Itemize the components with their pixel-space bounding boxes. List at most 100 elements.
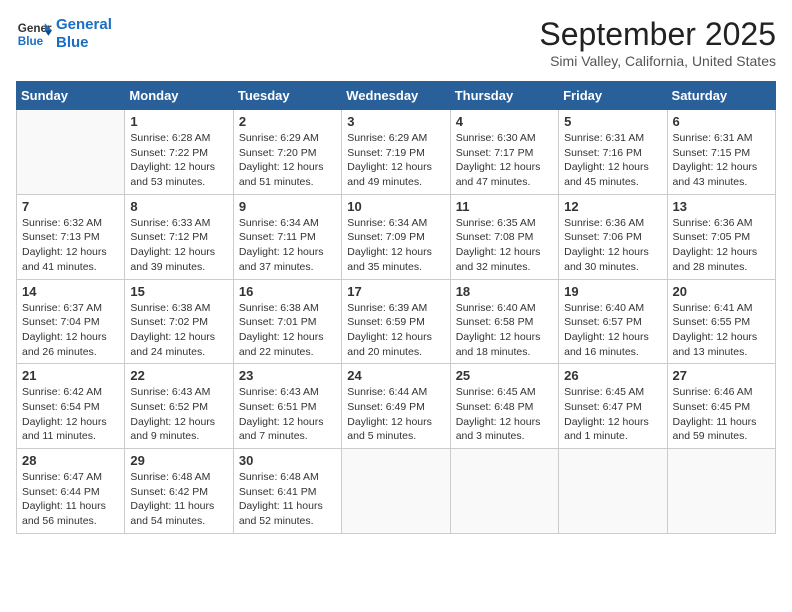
calendar-cell: 29 Sunrise: 6:48 AM Sunset: 6:42 PM Dayli… [125, 449, 233, 534]
day-number: 26 [564, 368, 661, 383]
day-info: Sunrise: 6:41 AM Sunset: 6:55 PM Dayligh… [673, 301, 770, 360]
day-number: 18 [456, 284, 553, 299]
calendar-cell: 17 Sunrise: 6:39 AM Sunset: 6:59 PM Dayli… [342, 279, 450, 364]
weekday-header-friday: Friday [559, 82, 667, 110]
day-info: Sunrise: 6:40 AM Sunset: 6:57 PM Dayligh… [564, 301, 661, 360]
day-number: 3 [347, 114, 444, 129]
calendar-cell: 16Sunrise: 6:38 AM Sunset: 7:01 PM Dayli… [233, 279, 341, 364]
calendar-cell: 24 Sunrise: 6:44 AM Sunset: 6:49 PM Dayli… [342, 364, 450, 449]
day-info: Sunrise: 6:46 AM Sunset: 6:45 PM Dayligh… [673, 385, 770, 444]
day-info: Sunrise: 6:36 AM Sunset: 7:05 PM Dayligh… [673, 216, 770, 275]
calendar-cell: 25 Sunrise: 6:45 AM Sunset: 6:48 PM Dayli… [450, 364, 558, 449]
day-number: 23 [239, 368, 336, 383]
calendar-cell: 13 Sunrise: 6:36 AM Sunset: 7:05 PM Dayli… [667, 194, 775, 279]
weekday-header-sunday: Sunday [17, 82, 125, 110]
logo: General Blue General Blue [16, 16, 112, 52]
day-info: Sunrise: 6:42 AM Sunset: 6:54 PM Dayligh… [22, 385, 119, 444]
calendar-cell: 21Sunrise: 6:42 AM Sunset: 6:54 PM Dayli… [17, 364, 125, 449]
calendar-cell: 1 Sunrise: 6:28 AM Sunset: 7:22 PM Daylig… [125, 110, 233, 195]
calendar-cell [667, 449, 775, 534]
calendar-cell: 27 Sunrise: 6:46 AM Sunset: 6:45 PM Dayli… [667, 364, 775, 449]
day-number: 19 [564, 284, 661, 299]
day-number: 28 [22, 453, 119, 468]
day-info: Sunrise: 6:39 AM Sunset: 6:59 PM Dayligh… [347, 301, 444, 360]
weekday-header-thursday: Thursday [450, 82, 558, 110]
day-number: 13 [673, 199, 770, 214]
day-number: 2 [239, 114, 336, 129]
day-info: Sunrise: 6:40 AM Sunset: 6:58 PM Dayligh… [456, 301, 553, 360]
calendar-header-row: SundayMondayTuesdayWednesdayThursdayFrid… [17, 82, 776, 110]
calendar-cell: 23 Sunrise: 6:43 AM Sunset: 6:51 PM Dayli… [233, 364, 341, 449]
day-info: Sunrise: 6:35 AM Sunset: 7:08 PM Dayligh… [456, 216, 553, 275]
calendar-week-2: 7Sunrise: 6:32 AM Sunset: 7:13 PM Daylig… [17, 194, 776, 279]
day-number: 11 [456, 199, 553, 214]
day-info: Sunrise: 6:33 AM Sunset: 7:12 PM Dayligh… [130, 216, 227, 275]
day-number: 4 [456, 114, 553, 129]
day-info: Sunrise: 6:37 AM Sunset: 7:04 PM Dayligh… [22, 301, 119, 360]
calendar-cell: 18 Sunrise: 6:40 AM Sunset: 6:58 PM Dayli… [450, 279, 558, 364]
location: Simi Valley, California, United States [539, 53, 776, 69]
day-number: 8 [130, 199, 227, 214]
calendar-cell: 22Sunrise: 6:43 AM Sunset: 6:52 PM Dayli… [125, 364, 233, 449]
day-number: 20 [673, 284, 770, 299]
day-number: 5 [564, 114, 661, 129]
weekday-header-saturday: Saturday [667, 82, 775, 110]
day-info: Sunrise: 6:34 AM Sunset: 7:09 PM Dayligh… [347, 216, 444, 275]
day-number: 24 [347, 368, 444, 383]
day-info: Sunrise: 6:44 AM Sunset: 6:49 PM Dayligh… [347, 385, 444, 444]
day-number: 27 [673, 368, 770, 383]
day-info: Sunrise: 6:47 AM Sunset: 6:44 PM Dayligh… [22, 470, 119, 529]
calendar-cell: 28 Sunrise: 6:47 AM Sunset: 6:44 PM Dayli… [17, 449, 125, 534]
page-header: General Blue General Blue September 2025… [16, 16, 776, 69]
calendar-week-5: 28 Sunrise: 6:47 AM Sunset: 6:44 PM Dayli… [17, 449, 776, 534]
day-info: Sunrise: 6:29 AM Sunset: 7:20 PM Dayligh… [239, 131, 336, 190]
day-number: 25 [456, 368, 553, 383]
calendar-cell [559, 449, 667, 534]
day-info: Sunrise: 6:45 AM Sunset: 6:47 PM Dayligh… [564, 385, 661, 444]
calendar-cell: 12Sunrise: 6:36 AM Sunset: 7:06 PM Dayli… [559, 194, 667, 279]
month-title: September 2025 [539, 16, 776, 53]
logo-line2: Blue [56, 34, 112, 52]
day-number: 29 [130, 453, 227, 468]
day-info: Sunrise: 6:34 AM Sunset: 7:11 PM Dayligh… [239, 216, 336, 275]
day-info: Sunrise: 6:32 AM Sunset: 7:13 PM Dayligh… [22, 216, 119, 275]
day-info: Sunrise: 6:43 AM Sunset: 6:51 PM Dayligh… [239, 385, 336, 444]
weekday-header-tuesday: Tuesday [233, 82, 341, 110]
calendar-cell: 3 Sunrise: 6:29 AM Sunset: 7:19 PM Daylig… [342, 110, 450, 195]
day-info: Sunrise: 6:38 AM Sunset: 7:02 PM Dayligh… [130, 301, 227, 360]
calendar-week-4: 21Sunrise: 6:42 AM Sunset: 6:54 PM Dayli… [17, 364, 776, 449]
calendar-cell: 7Sunrise: 6:32 AM Sunset: 7:13 PM Daylig… [17, 194, 125, 279]
day-info: Sunrise: 6:45 AM Sunset: 6:48 PM Dayligh… [456, 385, 553, 444]
svg-text:Blue: Blue [18, 35, 44, 48]
title-block: September 2025 Simi Valley, California, … [539, 16, 776, 69]
day-info: Sunrise: 6:36 AM Sunset: 7:06 PM Dayligh… [564, 216, 661, 275]
weekday-header-monday: Monday [125, 82, 233, 110]
day-number: 15 [130, 284, 227, 299]
logo-line1: General [56, 16, 112, 34]
calendar-cell: 19 Sunrise: 6:40 AM Sunset: 6:57 PM Dayli… [559, 279, 667, 364]
calendar-cell [342, 449, 450, 534]
calendar-cell: 15 Sunrise: 6:38 AM Sunset: 7:02 PM Dayli… [125, 279, 233, 364]
day-info: Sunrise: 6:29 AM Sunset: 7:19 PM Dayligh… [347, 131, 444, 190]
weekday-header-wednesday: Wednesday [342, 82, 450, 110]
day-number: 10 [347, 199, 444, 214]
day-info: Sunrise: 6:38 AM Sunset: 7:01 PM Dayligh… [239, 301, 336, 360]
calendar-cell: 14 Sunrise: 6:37 AM Sunset: 7:04 PM Dayli… [17, 279, 125, 364]
calendar-cell: 11 Sunrise: 6:35 AM Sunset: 7:08 PM Dayli… [450, 194, 558, 279]
calendar-cell: 8 Sunrise: 6:33 AM Sunset: 7:12 PM Daylig… [125, 194, 233, 279]
day-number: 17 [347, 284, 444, 299]
day-number: 1 [130, 114, 227, 129]
day-number: 30 [239, 453, 336, 468]
calendar-cell: 30Sunrise: 6:48 AM Sunset: 6:41 PM Dayli… [233, 449, 341, 534]
calendar: SundayMondayTuesdayWednesdayThursdayFrid… [16, 81, 776, 534]
day-info: Sunrise: 6:48 AM Sunset: 6:42 PM Dayligh… [130, 470, 227, 529]
calendar-cell: 20 Sunrise: 6:41 AM Sunset: 6:55 PM Dayli… [667, 279, 775, 364]
day-info: Sunrise: 6:31 AM Sunset: 7:16 PM Dayligh… [564, 131, 661, 190]
day-info: Sunrise: 6:28 AM Sunset: 7:22 PM Dayligh… [130, 131, 227, 190]
calendar-cell: 2 Sunrise: 6:29 AM Sunset: 7:20 PM Daylig… [233, 110, 341, 195]
calendar-cell: 6Sunrise: 6:31 AM Sunset: 7:15 PM Daylig… [667, 110, 775, 195]
day-info: Sunrise: 6:30 AM Sunset: 7:17 PM Dayligh… [456, 131, 553, 190]
day-number: 22 [130, 368, 227, 383]
day-number: 14 [22, 284, 119, 299]
calendar-cell [450, 449, 558, 534]
